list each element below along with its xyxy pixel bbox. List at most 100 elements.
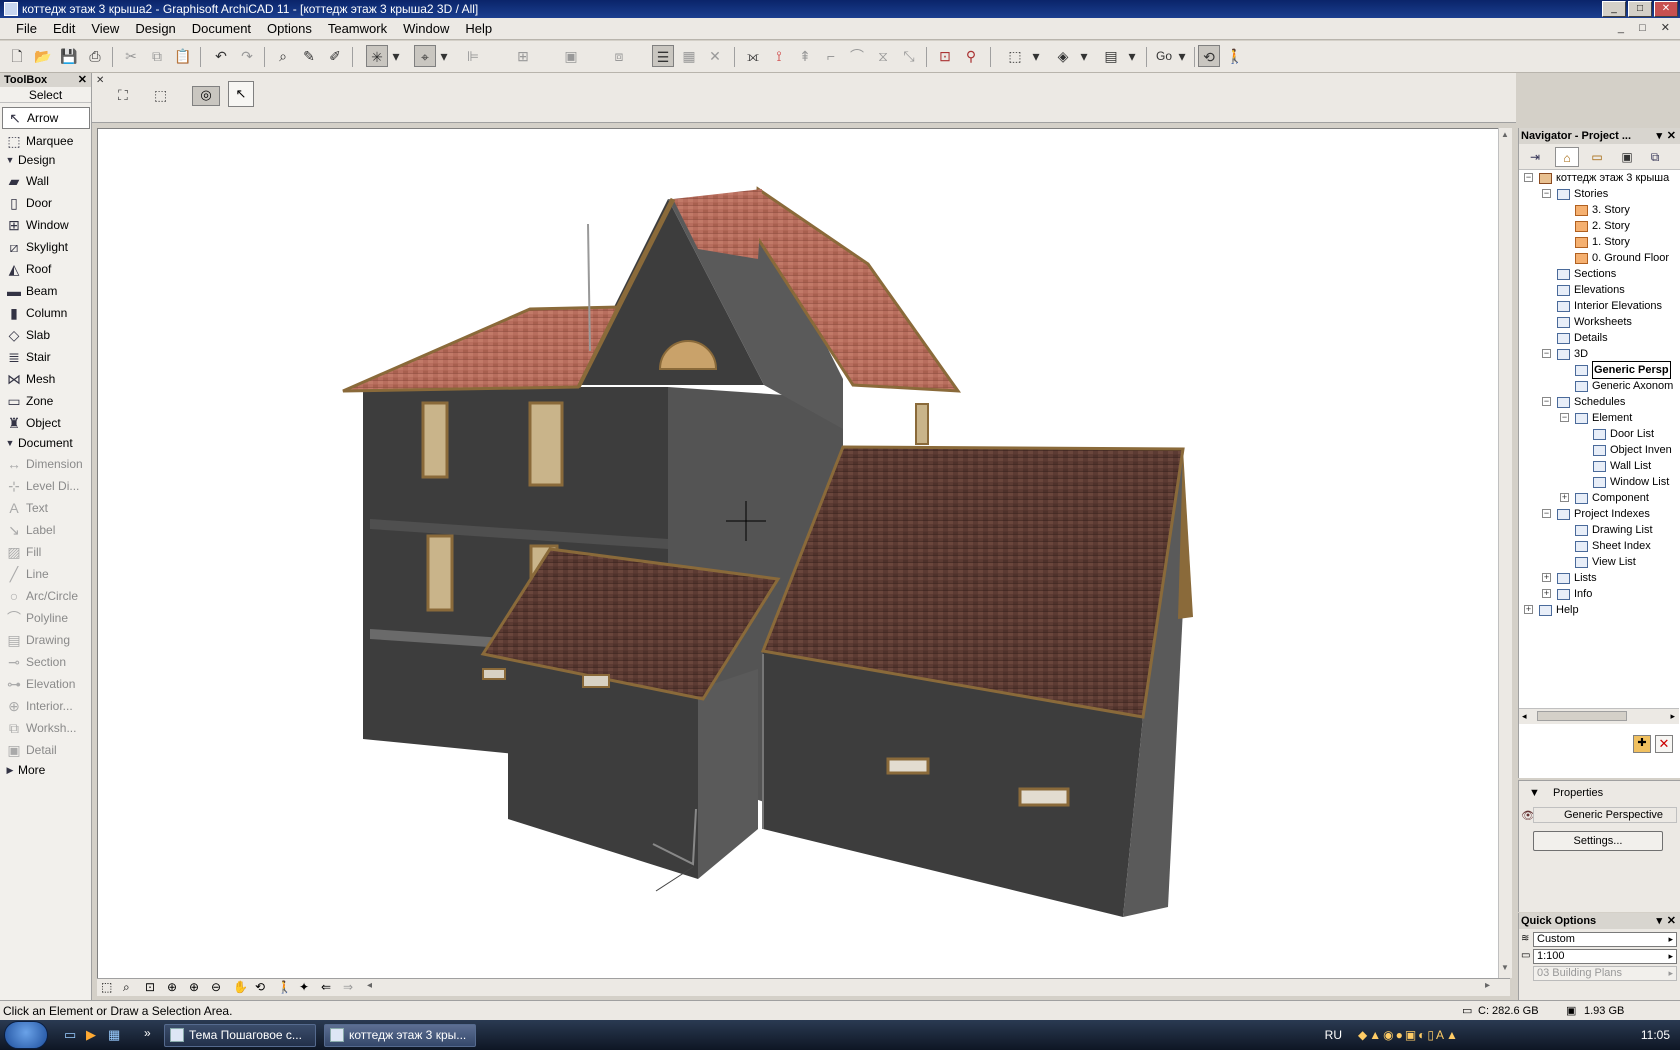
open-file-icon[interactable]: 📂 [32,45,54,67]
navigator-mode-icon[interactable]: ⇥ [1523,147,1547,167]
menu-help[interactable]: Help [457,21,500,36]
collapse-icon[interactable]: − [1542,189,1551,198]
chevron-down-icon[interactable]: ▾ [1078,45,1090,67]
tree-node[interactable]: Worksheets [1557,314,1632,330]
tree-node[interactable]: − Element [1560,410,1632,426]
display-order-icon[interactable]: ⧈ [608,45,630,67]
chevron-down-icon[interactable]: ▾ [1126,45,1138,67]
quick-launch-overflow-icon[interactable]: » [144,1026,151,1040]
tool-wall[interactable]: ▰ Wall [2,170,90,192]
chevron-down-icon[interactable]: ▾ [1030,45,1042,67]
chevron-down-icon[interactable]: ▾ [1656,128,1662,144]
zoom-out-icon[interactable]: ⊖ [211,980,221,994]
tree-node[interactable]: Details [1557,330,1608,346]
tree-node[interactable]: 0. Ground Floor [1575,250,1669,266]
grid-icon[interactable]: ▦ [678,45,700,67]
tool-polyline[interactable]: ⌒ Polyline [2,607,90,629]
trim-icon[interactable]: ⟗ [742,45,764,67]
tool-arrow[interactable]: ↖ Arrow [2,107,90,129]
split-icon[interactable]: ⟟ [768,45,790,67]
tree-node[interactable]: − Project Indexes [1542,506,1650,522]
tree-node[interactable]: Generic Persp [1575,361,1671,379]
scroll-right-icon[interactable]: ▸ [1485,980,1490,991]
language-indicator[interactable]: RU [1325,1020,1342,1050]
close-icon[interactable]: ✕ [78,73,87,87]
zoom-in-icon[interactable]: ⊕ [189,980,199,994]
view-map-icon[interactable]: ▭ [1585,147,1609,167]
tree-node[interactable]: − 3D [1542,346,1588,362]
tree-node[interactable]: Drawing List [1575,522,1653,538]
tool-slab[interactable]: ◇ Slab [2,324,90,346]
tree-node[interactable]: Sheet Index [1575,538,1651,554]
scale-select[interactable]: 1:100 ▸ [1533,949,1677,964]
layer-combination-select[interactable]: Custom ▸ [1533,932,1677,947]
start-button[interactable] [4,1021,48,1049]
tree-node[interactable]: Wall List [1593,458,1651,474]
menu-document[interactable]: Document [184,21,259,36]
undo-icon[interactable]: ↶ [210,45,232,67]
marquee-3d-icon[interactable]: ⊡ [934,45,956,67]
expand-icon[interactable]: + [1542,589,1551,598]
design-group-toggle[interactable]: ▼ Design [2,151,90,169]
snap-guides-icon[interactable]: ⌖ [414,45,436,67]
offset-icon[interactable]: ⌐ [820,45,842,67]
menu-options[interactable]: Options [259,21,320,36]
chevron-down-icon[interactable]: ▾ [390,45,402,67]
switch-windows-icon[interactable]: ▦ [108,1027,120,1043]
tool-column[interactable]: ▮ Column [2,302,90,324]
tree-node[interactable]: + Component [1560,490,1649,506]
walk-icon[interactable]: 🚶 [1224,45,1246,67]
tool-detail[interactable]: ▣ Detail [2,739,90,761]
tool-fill[interactable]: ▨ Fill [2,541,90,563]
tree-node[interactable]: View List [1575,554,1636,570]
tool-roof[interactable]: ◭ Roof [2,258,90,280]
tool-door[interactable]: ▯ Door [2,192,90,214]
tree-node[interactable]: 1. Story [1575,234,1630,250]
redo-icon[interactable]: ↷ [236,45,258,67]
menu-design[interactable]: Design [127,21,183,36]
pick-up-parameters-icon[interactable]: ✎ [298,45,320,67]
next-zoom-icon[interactable]: ⇒ [343,980,353,994]
close-icon[interactable]: ✕ [96,75,104,86]
archicad-app-icon[interactable] [4,2,18,16]
close-icon[interactable]: ✕ [1667,913,1676,929]
new-file-icon[interactable]: 🗋 [6,45,28,67]
tray-icons[interactable]: ◆▲◉●▣◐▯A▲ [1358,1020,1598,1050]
scroll-left-icon[interactable]: ◂ [367,980,372,991]
fit-in-window-icon[interactable]: ⊡ [145,980,155,994]
tool-label[interactable]: ↘ Label [2,519,90,541]
tool-worksheet[interactable]: ⧉ Worksh... [2,717,90,739]
tool-arc-circle[interactable]: ○ Arc/Circle [2,585,90,607]
project-map-icon[interactable]: ⌂ [1555,147,1579,167]
selection-method-icon[interactable]: ⛶ [118,87,128,104]
close-icon[interactable]: ✕ [1667,128,1676,144]
horizontal-scrollbar[interactable]: ◂ ▸ [1519,708,1679,724]
tool-level-dimension[interactable]: ⊹ Level Di... [2,475,90,497]
paste-icon[interactable]: 📋 [172,45,194,67]
tool-line[interactable]: ╱ Line [2,563,90,585]
collapse-icon[interactable]: − [1560,413,1569,422]
3d-window-icon[interactable]: ⬚ [1004,45,1026,67]
tool-text[interactable]: A Text [2,497,90,519]
collapse-icon[interactable]: − [1524,173,1533,182]
new-folder-icon[interactable]: ✚ [1633,735,1651,753]
mdi-window-controls[interactable]: _ □ ✕ [1618,21,1676,34]
resize-icon[interactable]: ⤡ [898,45,920,67]
tree-node[interactable]: 3. Story [1575,202,1630,218]
tool-interior-elevation[interactable]: ⊕ Interior... [2,695,90,717]
layout-book-icon[interactable]: ▣ [1615,147,1639,167]
inject-parameters-icon[interactable]: ✐ [324,45,346,67]
tool-mesh[interactable]: ⋈ Mesh [2,368,90,390]
orbit-icon[interactable]: ⟲ [1198,45,1220,67]
orbit-icon[interactable]: ⟲ [255,980,265,994]
clock[interactable]: 11:05 [1641,1020,1670,1050]
tool-zone[interactable]: ▭ Zone [2,390,90,412]
walk-icon[interactable]: 🚶 [277,980,292,994]
tool-marquee[interactable]: ⬚ Marquee [2,130,90,152]
show-desktop-icon[interactable]: ▭ [64,1027,76,1043]
minimize-button[interactable]: _ [1602,1,1626,17]
zoom-icon[interactable]: ⊕ [167,980,177,994]
chevron-down-icon[interactable]: ▾ [1176,45,1188,67]
collapse-icon[interactable]: − [1542,397,1551,406]
tree-node[interactable]: − Schedules [1542,394,1625,410]
